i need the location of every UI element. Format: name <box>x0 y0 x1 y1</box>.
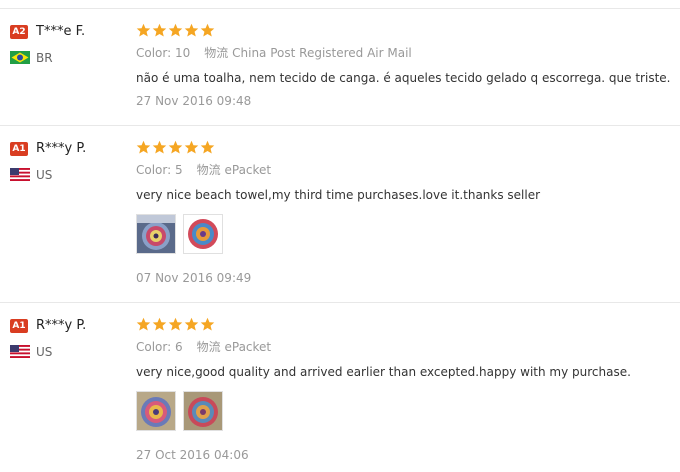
usa-flag-icon <box>10 168 30 181</box>
color-label: Color: <box>136 340 172 354</box>
buyer-level-badge: A1 <box>10 319 28 333</box>
review-photo-thumbnail[interactable] <box>136 214 176 254</box>
star-rating <box>136 140 215 156</box>
review-photo-thumbnail[interactable] <box>136 391 176 431</box>
shipping-label: 物流 <box>204 46 229 60</box>
star-icon <box>136 23 151 37</box>
review-date: 27 Oct 2016 04:06 <box>136 448 249 462</box>
shipping-label: 物流 <box>196 340 221 354</box>
star-icon <box>152 317 167 331</box>
shipping-label: 物流 <box>196 163 221 177</box>
star-rating <box>136 23 215 39</box>
review-photo-thumbnail[interactable] <box>183 391 223 431</box>
star-icon <box>168 23 183 37</box>
review-item: A1 R***y P. US Color: 5 物流 ePacket very n… <box>0 125 680 302</box>
reviewer-name: R***y P. <box>36 318 87 333</box>
color-value: 5 <box>175 163 183 177</box>
star-rating <box>136 317 215 333</box>
review-photo <box>184 392 222 430</box>
star-icon <box>136 317 151 331</box>
shipping-value: ePacket <box>224 340 272 354</box>
shipping-value: ePacket <box>224 163 272 177</box>
brazil-flag-icon <box>10 51 30 64</box>
order-attributes: Color: 10 物流 China Post Registered Air Ma… <box>136 45 412 61</box>
review-date: 07 Nov 2016 09:49 <box>136 271 252 285</box>
review-text: very nice,good quality and arrived earli… <box>136 365 631 379</box>
review-photo-thumbnail[interactable] <box>183 214 223 254</box>
color-value: 10 <box>175 46 191 60</box>
review-photo <box>137 392 175 430</box>
review-date: 27 Nov 2016 09:48 <box>136 94 252 108</box>
reviewer-name: R***y P. <box>36 141 87 156</box>
reviewer-country: US <box>36 345 53 359</box>
review-text: não é uma toalha, nem tecido de canga. é… <box>136 71 671 85</box>
reviewer-name: T***e F. <box>36 24 86 39</box>
review-photo <box>184 215 222 253</box>
usa-flag-icon <box>10 345 30 358</box>
color-label: Color: <box>136 46 172 60</box>
reviewer-country: US <box>36 168 53 182</box>
star-icon <box>200 317 215 331</box>
review-item: A1 R***y P. US Color: 6 物流 ePacket very n… <box>0 302 680 472</box>
star-icon <box>184 23 199 37</box>
order-attributes: Color: 5 物流 ePacket <box>136 162 271 178</box>
review-text: very nice beach towel,my third time purc… <box>136 188 541 202</box>
star-icon <box>136 140 151 154</box>
star-icon <box>184 140 199 154</box>
buyer-level-badge: A2 <box>10 25 28 39</box>
color-label: Color: <box>136 163 172 177</box>
star-icon <box>168 317 183 331</box>
review-photo <box>137 215 175 253</box>
buyer-level-badge: A1 <box>10 142 28 156</box>
reviewer-country: BR <box>36 51 53 65</box>
star-icon <box>152 140 167 154</box>
star-icon <box>184 317 199 331</box>
review-item: A2 T***e F. BR Color: 10 物流 China Post Re… <box>0 8 680 125</box>
color-value: 6 <box>175 340 183 354</box>
star-icon <box>200 140 215 154</box>
shipping-value: China Post Registered Air Mail <box>232 46 412 60</box>
order-attributes: Color: 6 物流 ePacket <box>136 339 271 355</box>
star-icon <box>168 140 183 154</box>
star-icon <box>200 23 215 37</box>
star-icon <box>152 23 167 37</box>
